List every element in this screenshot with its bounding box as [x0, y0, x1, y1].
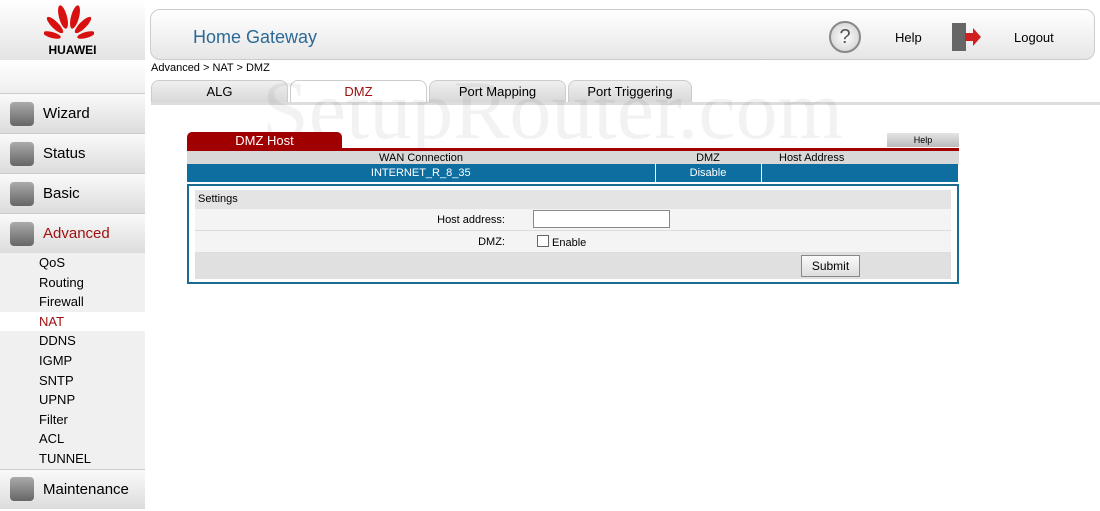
watermark: SetupRouter.com	[262, 64, 843, 157]
sidebar-sub-upnp[interactable]: UPNP	[0, 390, 145, 410]
sidebar: Wizard Status Basic Advanced QoS Routing…	[0, 60, 145, 511]
huawei-logo: HUAWEI	[0, 0, 145, 60]
settings-header: Settings	[195, 190, 951, 209]
wan-table: WAN Connection DMZ Host Address INTERNET…	[187, 151, 959, 182]
tab-port-mapping[interactable]: Port Mapping	[429, 80, 566, 102]
sidebar-sub-acl[interactable]: ACL	[0, 429, 145, 449]
sidebar-sub-ddns[interactable]: DDNS	[0, 331, 145, 351]
sidebar-sub-tunnel[interactable]: TUNNEL	[0, 449, 145, 469]
sidebar-item-label: Wizard	[43, 105, 90, 122]
tab-alg[interactable]: ALG	[151, 80, 288, 102]
sidebar-sub-qos[interactable]: QoS	[0, 253, 145, 273]
sidebar-item-label: Status	[43, 145, 86, 162]
host-address-label: Host address:	[437, 214, 505, 226]
sidebar-item-wizard[interactable]: Wizard	[0, 93, 145, 133]
panel-help-button[interactable]: Help	[887, 133, 959, 147]
logout-link[interactable]: Logout	[1014, 30, 1054, 45]
enable-checkbox[interactable]	[537, 235, 549, 247]
huawei-logo-icon	[44, 5, 94, 39]
tab-bar: ALG DMZ Port Mapping Port Triggering	[151, 80, 1100, 105]
tab-port-triggering[interactable]: Port Triggering	[568, 80, 692, 102]
column-header: DMZ	[655, 151, 761, 164]
sidebar-item-label: Maintenance	[43, 480, 129, 498]
sidebar-item-basic[interactable]: Basic	[0, 173, 145, 213]
advanced-icon	[10, 221, 34, 246]
header: Home Gateway ? Help Logout	[150, 9, 1095, 60]
sidebar-item-maintenance[interactable]: Maintenance	[0, 468, 145, 509]
wizard-icon	[10, 101, 34, 126]
tab-dmz[interactable]: DMZ	[290, 80, 427, 102]
wan-connection-cell: INTERNET_R_8_35	[187, 164, 656, 182]
sidebar-item-status[interactable]: Status	[0, 133, 145, 173]
help-icon[interactable]: ?	[829, 21, 861, 53]
enable-label[interactable]: Enable	[552, 237, 586, 249]
table-row[interactable]: INTERNET_R_8_35 Disable	[187, 164, 959, 182]
sidebar-item-advanced[interactable]: Advanced	[0, 213, 145, 253]
basic-icon	[10, 181, 34, 206]
sidebar-sub-igmp[interactable]: IGMP	[0, 351, 145, 371]
sidebar-sub-filter[interactable]: Filter	[0, 410, 145, 430]
dmz-cell: Disable	[655, 164, 762, 182]
column-header: Host Address	[761, 151, 959, 164]
submit-button[interactable]: Submit	[801, 255, 860, 277]
logo-text: HUAWEI	[48, 43, 97, 57]
sidebar-sub-firewall[interactable]: Firewall	[0, 292, 145, 312]
host-address-input[interactable]	[533, 210, 670, 228]
help-link[interactable]: Help	[895, 30, 922, 45]
sidebar-sub-nat[interactable]: NAT	[0, 311, 145, 332]
logout-icon[interactable]	[949, 21, 981, 53]
dmz-label: DMZ:	[478, 236, 505, 248]
settings-box: Settings Host address: DMZ: Enable Submi…	[187, 184, 959, 284]
breadcrumb: Advanced > NAT > DMZ	[151, 62, 270, 74]
panel-title: DMZ Host	[187, 132, 342, 149]
page-title: Home Gateway	[193, 27, 318, 47]
sidebar-item-label: Advanced	[43, 225, 110, 242]
sidebar-item-label: Basic	[43, 185, 80, 202]
host-address-cell	[761, 164, 959, 182]
sidebar-sub-routing[interactable]: Routing	[0, 273, 145, 293]
column-header: WAN Connection	[187, 151, 655, 164]
sidebar-sub-sntp[interactable]: SNTP	[0, 371, 145, 391]
gear-icon	[10, 141, 34, 166]
maintenance-icon	[10, 477, 34, 502]
